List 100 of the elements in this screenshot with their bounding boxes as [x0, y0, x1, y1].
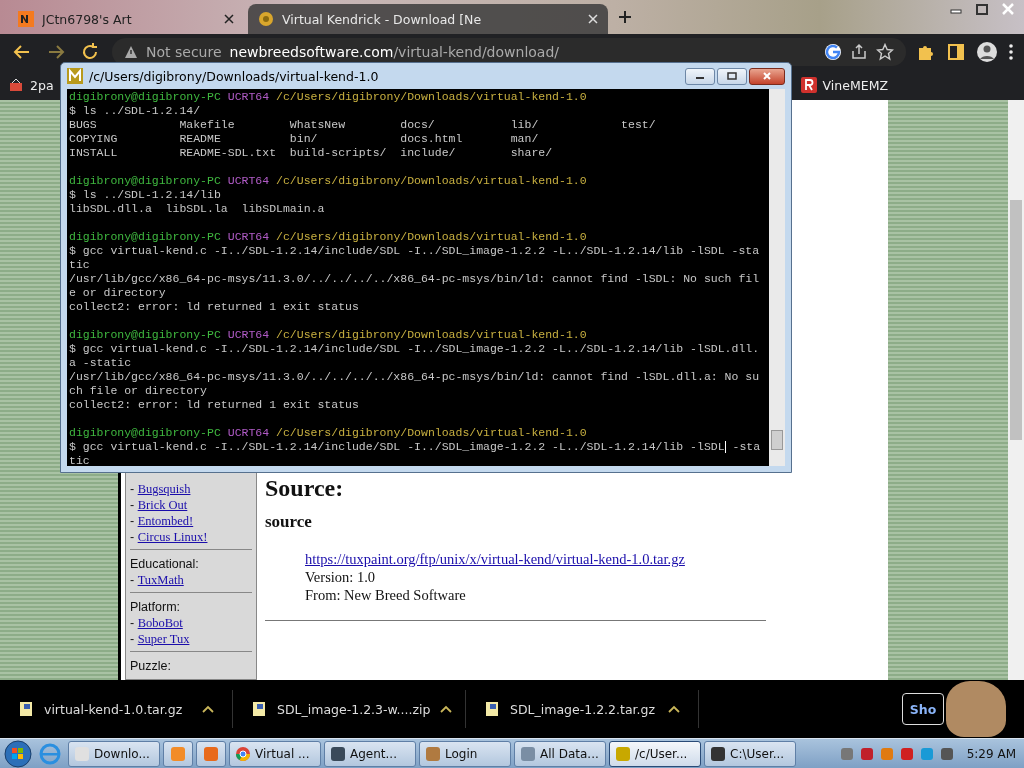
terminal-line: a -static	[69, 356, 133, 370]
app-icon	[425, 746, 441, 762]
game-link[interactable]: Entombed!	[137, 514, 194, 528]
app-icon	[74, 746, 90, 762]
bullet-dash: -	[130, 632, 135, 646]
browser-tab[interactable]: JCtn6798's Art	[8, 4, 244, 34]
game-link[interactable]: Brick Out	[137, 498, 188, 512]
star-icon[interactable]	[876, 43, 894, 61]
game-link[interactable]: Circus Linux!	[137, 530, 208, 544]
app-icon	[615, 746, 631, 762]
ng-logo-icon	[18, 11, 34, 27]
terminal-line: /usr/lib/gcc/x86_64-pc-msys/11.3.0/../../../../x86_64-pc-msys/bin/ld: cannot find -lSDL.dll.a: No su	[69, 370, 761, 384]
game-link[interactable]: BoboBot	[137, 616, 183, 630]
scrollbar[interactable]	[769, 89, 785, 466]
download-item[interactable]: SDL_image-1.2.2.tar.gz	[466, 690, 699, 728]
bullet-dash: -	[130, 498, 135, 512]
bullet-dash: -	[130, 616, 135, 630]
basket-icon	[8, 77, 24, 93]
game-link[interactable]: Super Tux	[137, 632, 190, 646]
terminal-prompt: digibrony@digibrony-PC UCRT64 /c/Users/digibrony/Downloads/virtual-kend-1.0	[69, 230, 588, 244]
bookmark[interactable]: 2pa	[8, 77, 54, 93]
close-icon	[762, 72, 772, 80]
caret-icon[interactable]	[202, 705, 214, 713]
m-logo-icon	[67, 68, 83, 84]
app-icon	[203, 746, 219, 762]
bullet-dash: -	[130, 530, 135, 544]
warning-icon	[124, 45, 138, 59]
taskbar-button[interactable]: Login	[419, 741, 511, 767]
tray-icon[interactable]	[858, 746, 875, 762]
tray-icon[interactable]	[898, 746, 915, 762]
minimize-button[interactable]	[685, 67, 715, 85]
clock: 5:29 AM	[966, 747, 1016, 761]
taskbar-button[interactable]: C:\User...	[704, 741, 796, 767]
menu-icon[interactable]	[1008, 42, 1014, 62]
photo-placeholder	[946, 681, 1006, 737]
caret-icon[interactable]	[668, 705, 680, 713]
category-heading: Puzzle:	[130, 658, 172, 674]
archive-file-icon	[18, 701, 34, 717]
terminal-input-line[interactable]: $ gcc virtual-kend.c -I../SDL-1.2.14/include/SDL -I../SDL_image-1.2.2 -L../SDL-1.2.14/lib -lSDL -sta	[69, 440, 767, 454]
tray-icon[interactable]	[938, 746, 955, 762]
taskbar-button[interactable]	[163, 741, 193, 767]
terminal-line: collect2: error: ld returned 1 exit status	[69, 398, 360, 412]
terminal-line: COPYING README bin/ docs.html man/	[69, 132, 540, 146]
close-icon[interactable]	[224, 14, 234, 24]
close-button[interactable]	[749, 67, 785, 85]
terminal-line: INSTALL README-SDL.txt build-scripts/ include/ share/	[69, 146, 554, 160]
r-logo-icon	[800, 77, 817, 93]
terminal-line: $ ls ../SDL-1.2.14/	[69, 104, 202, 118]
app-icon	[710, 746, 726, 762]
google-icon[interactable]	[824, 43, 842, 61]
subsection-heading: source	[265, 512, 313, 532]
bullet-dash: -	[130, 573, 135, 587]
terminal-prompt: digibrony@digibrony-PC UCRT64 /c/Users/digibrony/Downloads/virtual-kend-1.0	[69, 174, 588, 188]
archive-file-icon	[251, 701, 267, 717]
url-text: newbreedsoftware.com/virtual-kend/download/	[229, 44, 560, 60]
section-heading: Source:	[265, 474, 345, 502]
taskbar-button[interactable]: Downlo...	[68, 741, 160, 767]
caret-icon[interactable]	[440, 705, 453, 713]
app-icon	[170, 746, 186, 762]
scrollbar[interactable]	[1008, 100, 1024, 680]
detail-text: From: New Breed Software	[305, 586, 467, 604]
game-link[interactable]: TuxMath	[137, 573, 184, 587]
new-tab-icon[interactable]	[618, 10, 632, 24]
category-heading: Platform:	[130, 599, 181, 615]
download-item[interactable]: SDL_image-1.2.3-w....zip	[233, 690, 466, 728]
taskbar-button[interactable]: Virtual ...	[229, 741, 321, 767]
terminal-line: $ ls ../SDL-1.2.14/lib	[69, 188, 222, 202]
security-label: Not secure	[146, 44, 222, 60]
terminal-line: collect2: error: ld returned 1 exit status	[69, 300, 360, 314]
terminal-prompt: digibrony@digibrony-PC UCRT64 /c/Users/digibrony/Downloads/virtual-kend-1.0	[69, 426, 588, 440]
download-item[interactable]: virtual-kend-1.0.tar.gz	[0, 690, 233, 728]
sidebar-icon[interactable]	[946, 42, 966, 62]
terminal-line: $ gcc virtual-kend.c -I../SDL-1.2.14/include/SDL -I../SDL_image-1.2.2 -L../SDL-1.2.14/lib -lSDL.dll.	[69, 342, 761, 356]
category-heading: Educational:	[130, 556, 200, 572]
app-icon	[520, 746, 536, 762]
bookmark[interactable]: VineMEMZ	[800, 77, 888, 93]
taskbar-button[interactable]: Agent...	[324, 741, 416, 767]
terminal-line: BUGS Makefile WhatsNew docs/ lib/ test/	[69, 118, 657, 132]
profile-avatar-icon[interactable]	[976, 41, 998, 63]
terminal-line: tic	[69, 258, 91, 272]
maximize-button[interactable]	[717, 67, 747, 85]
download-link[interactable]: https://tuxpaint.org/ftp/unix/x/virtual-kend/virtual-kend-1.0.tar.gz	[305, 551, 685, 567]
terminal-line: e or directory	[69, 286, 167, 300]
terminal-line: ch file or directory	[69, 384, 209, 398]
terminal-line: /usr/lib/gcc/x86_64-pc-msys/11.3.0/../../../../x86_64-pc-msys/bin/ld: cannot find -lSDL: No such fil	[69, 272, 761, 286]
taskbar-button[interactable]: All Data...	[514, 741, 606, 767]
terminal-line: libSDL.dll.a libSDL.la libSDLmain.a	[69, 202, 326, 216]
start-button-icon[interactable]	[4, 740, 32, 768]
browser-tab[interactable]: Virtual Kendrick - Download [Ne	[248, 4, 608, 34]
app-icon	[235, 746, 251, 762]
taskbar-button[interactable]: /c/User...	[609, 741, 701, 767]
terminal-prompt: digibrony@digibrony-PC UCRT64 /c/Users/digibrony/Downloads/virtual-kend-1.0	[69, 328, 588, 342]
show-all-button[interactable]: Sho	[902, 693, 944, 725]
game-link[interactable]: Bugsquish	[137, 482, 191, 496]
terminal-line: $ gcc virtual-kend.c -I../SDL-1.2.14/include/SDL -I../SDL_image-1.2.2 -L../SDL-1.2.14/lib -lSDL -sta	[69, 244, 761, 258]
bullet-dash: -	[130, 482, 135, 496]
terminal-line: tic	[69, 454, 91, 466]
share-icon[interactable]	[850, 43, 868, 61]
taskbar-button[interactable]	[196, 741, 226, 767]
window-title: /c/Users/digibrony/Downloads/virtual-kend-1.0	[89, 68, 379, 84]
